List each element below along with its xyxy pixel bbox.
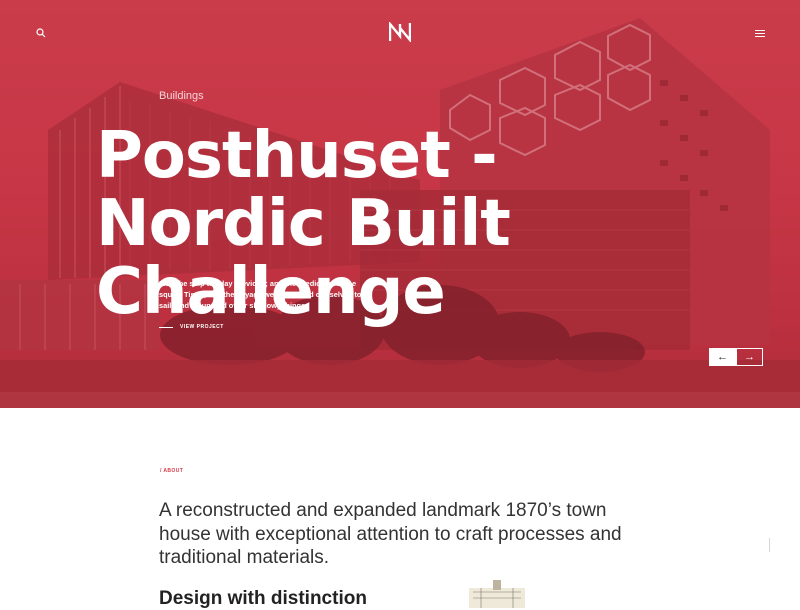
building-sketch-image	[463, 578, 531, 608]
hero-section: Buildings Posthuset - Nordic Built Chall…	[0, 0, 800, 408]
hero-category[interactable]: Buildings	[159, 90, 204, 102]
section-subheading: Design with distinction	[159, 588, 367, 609]
menu-bar-2	[755, 33, 765, 34]
about-label: / ABOUT	[160, 468, 184, 474]
cta-line	[159, 326, 173, 328]
arrow-right-icon: →	[744, 351, 755, 363]
scroll-indicator[interactable]	[769, 538, 770, 552]
next-slide-button[interactable]: →	[736, 348, 763, 366]
about-text: A reconstructed and expanded landmark 18…	[159, 500, 622, 568]
prev-slide-button[interactable]: ←	[709, 348, 736, 366]
hero-description: I left the ship the day previous; and th…	[159, 279, 362, 310]
menu-bar-1	[755, 30, 765, 31]
menu-bar-3	[755, 36, 765, 37]
search-icon[interactable]	[36, 28, 46, 38]
logo[interactable]	[389, 22, 411, 42]
arrow-left-icon: ←	[717, 351, 728, 363]
menu-icon[interactable]	[755, 30, 765, 37]
view-project-link[interactable]: VIEW PROJECT	[159, 324, 224, 330]
slider-controls: ← →	[709, 348, 763, 366]
view-project-label: VIEW PROJECT	[180, 324, 224, 330]
